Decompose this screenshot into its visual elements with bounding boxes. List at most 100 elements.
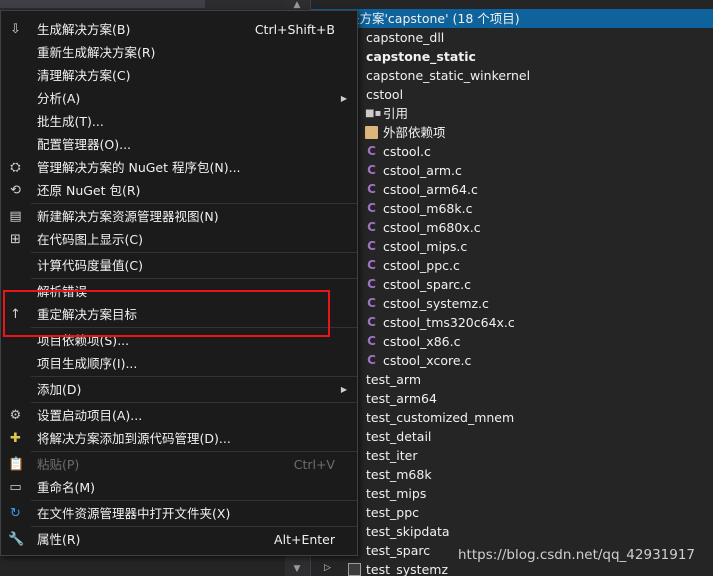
menu-item-label: 生成解决方案(B) <box>37 22 131 37</box>
menu-item-label: 在代码图上显示(C) <box>37 232 143 247</box>
c-file-icon: C <box>367 258 376 272</box>
tree-row[interactable]: Ccstool_m68k.c <box>311 199 713 218</box>
external-dependencies-icon <box>365 126 378 139</box>
solution-explorer-tree: 决方案'capstone' (18 个项目) capstone_dllcapsto… <box>310 0 713 576</box>
tree-row[interactable]: test_skipdata <box>311 522 713 541</box>
tree-row-label: cstool_sparc.c <box>383 277 471 292</box>
watermark: https://blog.csdn.net/qq_42931917 <box>458 547 696 563</box>
menu-item[interactable]: ⛭ 管理解决方案的 NuGet 程序包(N)... <box>1 156 357 179</box>
source-control-icon: ✚ <box>10 431 21 446</box>
menu-item-label: 清理解决方案(C) <box>37 68 131 83</box>
menu-item[interactable]: 清理解决方案(C) <box>1 64 357 87</box>
menu-item-label: 重新生成解决方案(R) <box>37 45 156 60</box>
tree-row[interactable]: test_iter <box>311 446 713 465</box>
tree-row-label: cstool_ppc.c <box>383 258 460 273</box>
menu-item-label: 重命名(M) <box>37 480 96 495</box>
menu-item[interactable]: 项目生成顺序(I)... <box>1 352 357 375</box>
menu-separator <box>31 203 357 204</box>
tree-row[interactable]: ■▪ 引用 <box>311 104 713 123</box>
scroll-down-icon[interactable]: ▼ <box>291 564 303 574</box>
tree-row[interactable]: test_mips <box>311 484 713 503</box>
restore-nuget-icon: ⟲ <box>10 183 21 198</box>
menu-item[interactable]: ↻ 在文件资源管理器中打开文件夹(X) <box>1 502 357 525</box>
tree-row-label: capstone_dll <box>366 30 445 45</box>
tree-row[interactable]: test_customized_mnem <box>311 408 713 427</box>
menu-separator <box>31 451 357 452</box>
tree-row-label: test_sparc <box>366 543 431 558</box>
c-file-icon: C <box>367 182 376 196</box>
tree-row[interactable]: Ccstool_sparc.c <box>311 275 713 294</box>
menu-item[interactable]: 添加(D) ▶ <box>1 378 357 401</box>
menu-item[interactable]: ✚ 将解决方案添加到源代码管理(D)... <box>1 427 357 450</box>
tree-row[interactable]: test_arm64 <box>311 389 713 408</box>
menu-item[interactable]: 配置管理器(O)... <box>1 133 357 156</box>
tree-row[interactable]: Ccstool.c <box>311 142 713 161</box>
c-file-icon: C <box>367 277 376 291</box>
references-icon: ■▪ <box>365 108 382 119</box>
open-folder-refresh-icon: ↻ <box>10 506 21 521</box>
tree-row-label: cstool_arm.c <box>383 163 462 178</box>
tree-row[interactable]: test_ppc <box>311 503 713 522</box>
expand-arrow-icon[interactable]: ▷ <box>324 563 331 573</box>
menu-item-label: 还原 NuGet 包(R) <box>37 183 141 198</box>
menu-item[interactable]: 重新生成解决方案(R) <box>1 41 357 64</box>
tree-row[interactable]: test_m68k <box>311 465 713 484</box>
c-file-icon: C <box>367 296 376 310</box>
tree-row-label: test_mips <box>366 486 427 501</box>
paste-icon: 📋 <box>8 457 25 472</box>
tree-row[interactable]: capstone_static <box>311 47 713 66</box>
menu-item[interactable]: ⊞ 在代码图上显示(C) <box>1 228 357 251</box>
c-file-icon: C <box>367 201 376 215</box>
menu-separator <box>31 526 357 527</box>
menu-item[interactable]: 批生成(T)... <box>1 110 357 133</box>
menu-item[interactable]: 🔧 属性(R) Alt+Enter <box>1 528 357 551</box>
tree-row[interactable]: cstool <box>311 85 713 104</box>
menu-item-label: 配置管理器(O)... <box>37 137 132 152</box>
solution-context-menu: ⇩ 生成解决方案(B) Ctrl+Shift+B 重新生成解决方案(R) 清理解决方案(… <box>0 10 358 556</box>
menu-item[interactable]: ⚙ 设置启动项目(A)... <box>1 404 357 427</box>
menu-item[interactable]: 计算代码度量值(C) <box>1 254 357 277</box>
menu-separator <box>31 376 357 377</box>
tree-row-label: test_arm64 <box>366 391 437 406</box>
tree-row[interactable]: Ccstool_x86.c <box>311 332 713 351</box>
scroll-up-icon[interactable]: ▲ <box>291 0 303 10</box>
menu-separator <box>31 500 357 501</box>
menu-item-shortcut: Ctrl+Shift+B <box>254 22 335 37</box>
red-highlight-annotation <box>3 290 330 337</box>
tree-row[interactable]: Ccstool_systemz.c <box>311 294 713 313</box>
tree-row[interactable]: Ccstool_tms320c64x.c <box>311 313 713 332</box>
tree-row[interactable]: Ccstool_m680x.c <box>311 218 713 237</box>
tree-row[interactable]: Ccstool_ppc.c <box>311 256 713 275</box>
tree-row-label: cstool_tms320c64x.c <box>383 315 515 330</box>
tree-row[interactable]: capstone_static_winkernel <box>311 66 713 85</box>
tree-row[interactable]: test_detail <box>311 427 713 446</box>
c-file-icon: C <box>367 163 376 177</box>
tree-row[interactable]: capstone_dll <box>311 28 713 47</box>
c-file-icon: C <box>367 334 376 348</box>
menu-item[interactable]: ⇩ 生成解决方案(B) Ctrl+Shift+B <box>1 18 357 41</box>
tree-row[interactable]: test_arm <box>311 370 713 389</box>
tree-row-label: test_systemz <box>366 562 449 576</box>
c-file-icon: C <box>367 220 376 234</box>
background-tab[interactable] <box>0 0 205 8</box>
c-file-icon: C <box>367 239 376 253</box>
tree-row[interactable]: Ccstool_xcore.c <box>311 351 713 370</box>
tree-row[interactable]: Ccstool_arm.c <box>311 161 713 180</box>
new-view-icon: ▤ <box>9 209 22 224</box>
submenu-arrow-icon: ▶ <box>340 385 347 394</box>
tree-row[interactable]: Ccstool_mips.c <box>311 237 713 256</box>
tree-row-label: cstool_xcore.c <box>383 353 472 368</box>
tree-row-label: test_customized_mnem <box>366 410 515 425</box>
tree-row-label: test_m68k <box>366 467 432 482</box>
solution-root-row[interactable]: 决方案'capstone' (18 个项目) <box>311 9 713 28</box>
tree-row[interactable]: 外部依赖项 <box>311 123 713 142</box>
menu-item[interactable]: ⟲ 还原 NuGet 包(R) <box>1 179 357 202</box>
menu-item-label: 批生成(T)... <box>37 114 104 129</box>
menu-item[interactable]: ▭ 重命名(M) <box>1 476 357 499</box>
menu-item[interactable]: ▤ 新建解决方案资源管理器视图(N) <box>1 205 357 228</box>
menu-item[interactable]: 分析(A) ▶ <box>1 87 357 110</box>
project-icon <box>348 563 361 576</box>
tree-row-label: cstool <box>366 87 404 102</box>
tree-row-label: test_ppc <box>366 505 419 520</box>
tree-row[interactable]: Ccstool_arm64.c <box>311 180 713 199</box>
